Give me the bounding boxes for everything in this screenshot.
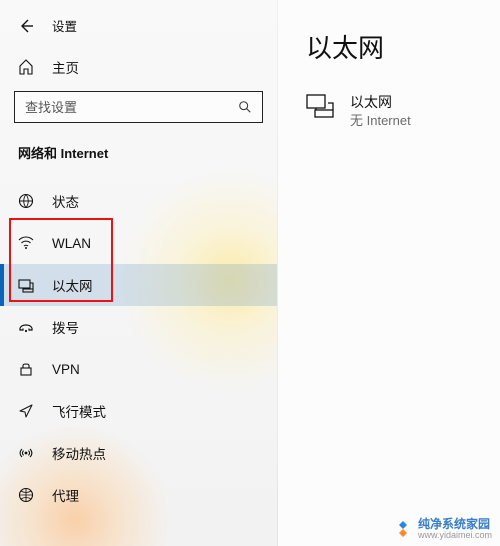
watermark-title: 纯净系统家园 <box>418 518 492 531</box>
search-box[interactable] <box>14 91 263 123</box>
status-icon <box>18 193 34 209</box>
proxy-icon <box>18 487 34 503</box>
search-container <box>0 91 277 123</box>
nav-list: 状态 WLAN 以太网 拨号 <box>0 180 277 516</box>
search-icon <box>238 100 252 114</box>
hotspot-icon <box>18 445 34 461</box>
nav-item-status[interactable]: 状态 <box>0 180 277 222</box>
nav-label: VPN <box>52 362 80 377</box>
nav-label: WLAN <box>52 236 91 251</box>
vpn-icon <box>18 361 34 377</box>
ethernet-icon <box>18 277 34 293</box>
nav-item-vpn[interactable]: VPN <box>0 348 277 390</box>
nav-label: 以太网 <box>52 275 93 295</box>
network-name: 以太网 <box>350 93 411 112</box>
ethernet-large-icon <box>306 93 334 119</box>
dialup-icon <box>18 319 34 335</box>
watermark-logo-icon <box>394 520 412 538</box>
nav-item-hotspot[interactable]: 移动热点 <box>0 432 277 474</box>
nav-item-dialup[interactable]: 拨号 <box>0 306 277 348</box>
settings-sidebar: 设置 主页 网络和 Internet 状态 <box>0 0 278 546</box>
nav-item-airplane[interactable]: 飞行模式 <box>0 390 277 432</box>
arrow-left-icon <box>18 18 34 34</box>
nav-label: 状态 <box>52 191 79 211</box>
nav-item-ethernet[interactable]: 以太网 <box>0 264 277 306</box>
nav-label: 飞行模式 <box>52 401 106 421</box>
nav-label: 代理 <box>52 485 79 505</box>
watermark: 纯净系统家园 www.yidaimei.com <box>394 518 492 540</box>
watermark-url: www.yidaimei.com <box>418 531 492 540</box>
wifi-icon <box>18 235 34 251</box>
airplane-icon <box>18 403 34 419</box>
section-title: 网络和 Internet <box>0 139 277 180</box>
network-text: 以太网 无 Internet <box>350 93 411 129</box>
network-status: 无 Internet <box>350 112 411 130</box>
header: 设置 <box>0 10 277 49</box>
home-label: 主页 <box>52 57 79 77</box>
nav-label: 移动热点 <box>52 443 106 463</box>
network-item[interactable]: 以太网 无 Internet <box>306 93 500 129</box>
main-content: 以太网 以太网 无 Internet <box>278 0 500 546</box>
page-title: 以太网 <box>306 28 500 65</box>
nav-item-proxy[interactable]: 代理 <box>0 474 277 516</box>
nav-label: 拨号 <box>52 317 79 337</box>
window-title: 设置 <box>52 16 77 35</box>
nav-item-wlan[interactable]: WLAN <box>0 222 277 264</box>
search-input[interactable] <box>25 100 238 115</box>
back-button[interactable] <box>18 18 34 34</box>
home-icon <box>18 59 34 75</box>
home-button[interactable]: 主页 <box>0 49 277 91</box>
